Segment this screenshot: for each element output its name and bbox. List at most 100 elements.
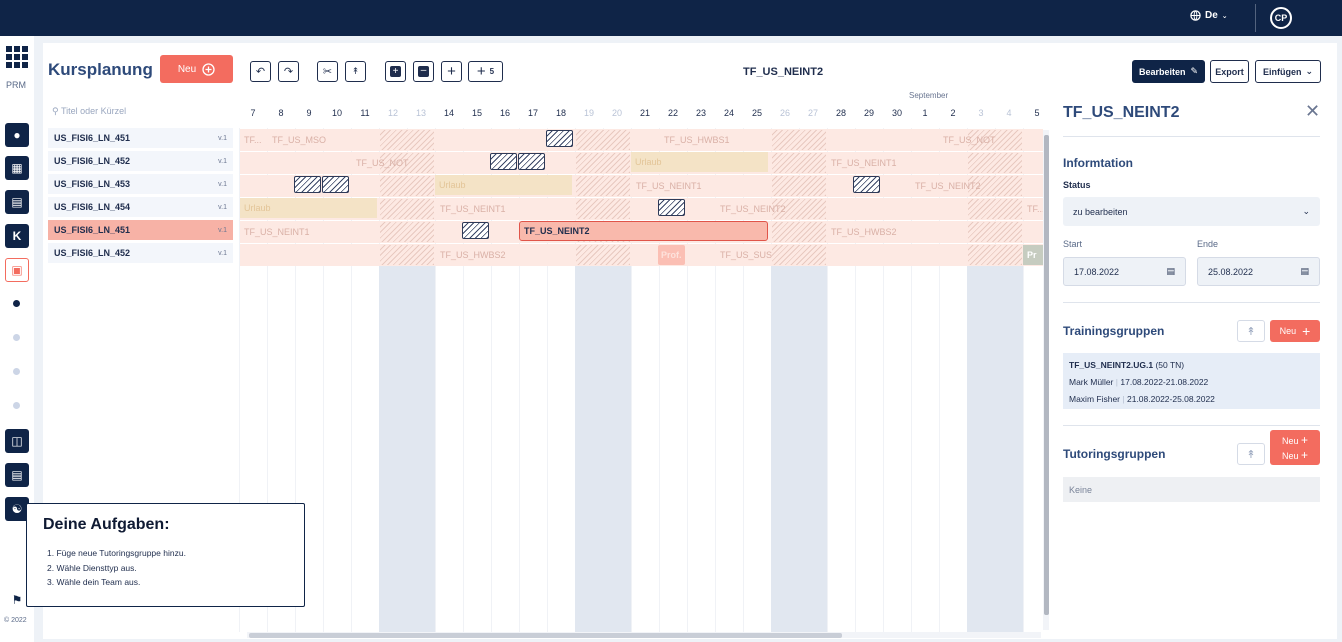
- scrollbar-thumb[interactable]: [249, 633, 842, 638]
- vacation-block[interactable]: Urlaub: [240, 198, 377, 218]
- dashboard-icon[interactable]: ▦: [5, 156, 29, 180]
- course-version: v.1: [218, 203, 227, 211]
- plus-square-icon: +: [390, 66, 401, 77]
- day-label: 23: [695, 108, 706, 118]
- course-block[interactable]: TF_US_NEINT1: [632, 176, 752, 196]
- new-option[interactable]: Neu +: [1282, 448, 1308, 462]
- weekend-column: [995, 264, 1023, 632]
- add-square-button[interactable]: +: [385, 61, 406, 82]
- course-version: v.1: [218, 157, 227, 165]
- blocked-slot[interactable]: [294, 176, 321, 193]
- course-block[interactable]: TF_US_NEINT1: [436, 199, 556, 219]
- nav-dot-active[interactable]: [13, 300, 20, 307]
- remove-square-button[interactable]: –: [413, 61, 434, 82]
- course-row[interactable]: US_FISI6_LN_454 v.1: [48, 197, 233, 217]
- tasks-title: Deine Aufgaben:: [43, 516, 170, 533]
- language-label: De: [1205, 10, 1218, 21]
- zoom-in-button[interactable]: +: [441, 61, 462, 82]
- course-block[interactable]: TF...: [240, 130, 268, 150]
- export-button[interactable]: Export: [1210, 60, 1249, 83]
- course-block[interactable]: TF_US_HWBS2: [436, 245, 556, 265]
- id-card-icon[interactable]: ▤: [5, 190, 29, 214]
- course-block[interactable]: TF_US_NEINT2: [716, 199, 786, 219]
- training-group-card[interactable]: TF_US_NEINT2.UG.1 (50 TN) Mark Müller | …: [1063, 353, 1320, 409]
- prof-block[interactable]: Prof.: [658, 245, 685, 265]
- course-block[interactable]: TF_US_MSO: [268, 130, 368, 150]
- cut-button[interactable]: ✂: [317, 61, 338, 82]
- blocked-slot[interactable]: [546, 130, 573, 147]
- blocked-slot[interactable]: [853, 176, 880, 193]
- vacation-block[interactable]: Urlaub: [435, 175, 572, 195]
- course-version: v.1: [218, 180, 227, 188]
- close-icon[interactable]: ✕: [1305, 101, 1320, 122]
- course-block[interactable]: TF...: [1023, 199, 1043, 219]
- horizontal-scrollbar[interactable]: [247, 632, 1041, 638]
- new-course-button[interactable]: Neu: [160, 55, 233, 83]
- nav-dot[interactable]: [13, 334, 20, 341]
- briefcase-icon[interactable]: ▤: [5, 463, 29, 487]
- k-logo-icon[interactable]: K: [5, 224, 29, 248]
- course-row[interactable]: US_FISI6_LN_451 v.1: [48, 128, 233, 148]
- split-button[interactable]: ↟: [345, 61, 366, 82]
- calendar-icon[interactable]: ▤: [1300, 266, 1309, 277]
- globe-icon[interactable]: ●: [5, 123, 29, 147]
- edit-button[interactable]: Bearbeiten ✎: [1132, 60, 1205, 83]
- day-label: 25: [751, 108, 762, 118]
- new-label: Neu: [177, 63, 197, 75]
- course-row[interactable]: US_FISI6_LN_453 v.1: [48, 174, 233, 194]
- course-block[interactable]: TF_US_NEINT1: [240, 222, 360, 242]
- vacation-block[interactable]: Urlaub: [631, 152, 768, 172]
- blocked-slot[interactable]: [658, 199, 685, 216]
- end-date-field[interactable]: 25.08.2022 ▤: [1197, 257, 1320, 286]
- course-block[interactable]: TF_US_SUS: [716, 245, 786, 265]
- zoom-count-button[interactable]: +5: [468, 61, 503, 82]
- details-title: TF_US_NEINT2: [1063, 104, 1180, 121]
- course-block[interactable]: TF_US_HWBS2: [827, 222, 937, 242]
- new-training-group-button[interactable]: Neu +: [1270, 320, 1320, 342]
- blocked-slot[interactable]: [490, 153, 517, 170]
- split-icon: ↟: [1246, 448, 1256, 461]
- blocked-slot[interactable]: [322, 176, 349, 193]
- language-switcher[interactable]: De ⌄: [1190, 10, 1228, 21]
- day-label: 5: [1034, 108, 1040, 118]
- course-block[interactable]: TF_US_HWBS1: [660, 130, 760, 150]
- weekend-column: [407, 264, 435, 632]
- split-group-button[interactable]: ↟: [1237, 443, 1265, 465]
- course-block[interactable]: TF_US_NEINT1: [827, 153, 937, 173]
- nav-dot[interactable]: [13, 402, 20, 409]
- new-tutoring-group-button[interactable]: Neu + Neu +: [1270, 430, 1320, 465]
- course-row[interactable]: US_FISI6_LN_452 v.1: [48, 243, 233, 263]
- undo-button[interactable]: ↶: [250, 61, 271, 82]
- new-option[interactable]: Neu +: [1282, 433, 1308, 447]
- redo-button[interactable]: ↷: [278, 61, 299, 82]
- scrollbar-thumb[interactable]: [1044, 135, 1049, 615]
- plus-icon: +: [1301, 433, 1309, 447]
- course-block[interactable]: TF_US_NOT: [939, 130, 1019, 150]
- course-block[interactable]: TF_US_NOT: [352, 153, 422, 173]
- apps-grid-icon[interactable]: [6, 46, 28, 68]
- status-select[interactable]: zu bearbeiten ⌄: [1063, 197, 1320, 226]
- weekend-hatch: [968, 199, 1022, 219]
- course-block[interactable]: Pr: [1023, 245, 1043, 265]
- trainer-name: Maxim Fisher: [1069, 394, 1121, 404]
- course-block[interactable]: TF_US_NEINT2: [911, 176, 981, 196]
- course-row-selected[interactable]: US_FISI6_LN_451 v.1: [48, 220, 233, 240]
- vertical-scrollbar[interactable]: [1043, 130, 1049, 630]
- weekend-column: [575, 264, 603, 632]
- blocked-slot[interactable]: [462, 222, 489, 239]
- course-version: v.1: [218, 226, 227, 234]
- empty-tutoring-list: Keine: [1063, 477, 1320, 502]
- blocked-slot[interactable]: [518, 153, 545, 170]
- calendar-icon[interactable]: ▤: [1166, 266, 1175, 277]
- split-group-button[interactable]: ↟: [1237, 320, 1265, 342]
- nav-dot[interactable]: [13, 368, 20, 375]
- book-icon[interactable]: ◫: [5, 429, 29, 453]
- start-date-field[interactable]: 17.08.2022 ▤: [1063, 257, 1186, 286]
- top-bar: De ⌄ CP: [0, 0, 1342, 36]
- avatar[interactable]: CP: [1270, 7, 1292, 29]
- calendar-icon[interactable]: ▣: [5, 258, 29, 282]
- course-row[interactable]: US_FISI6_LN_452 v.1: [48, 151, 233, 171]
- insert-button[interactable]: Einfügen ⌄: [1255, 60, 1321, 83]
- search-input[interactable]: ⚲ Titel oder Kürzel: [52, 106, 126, 117]
- selected-course-block[interactable]: TF_US_NEINT2: [519, 221, 768, 241]
